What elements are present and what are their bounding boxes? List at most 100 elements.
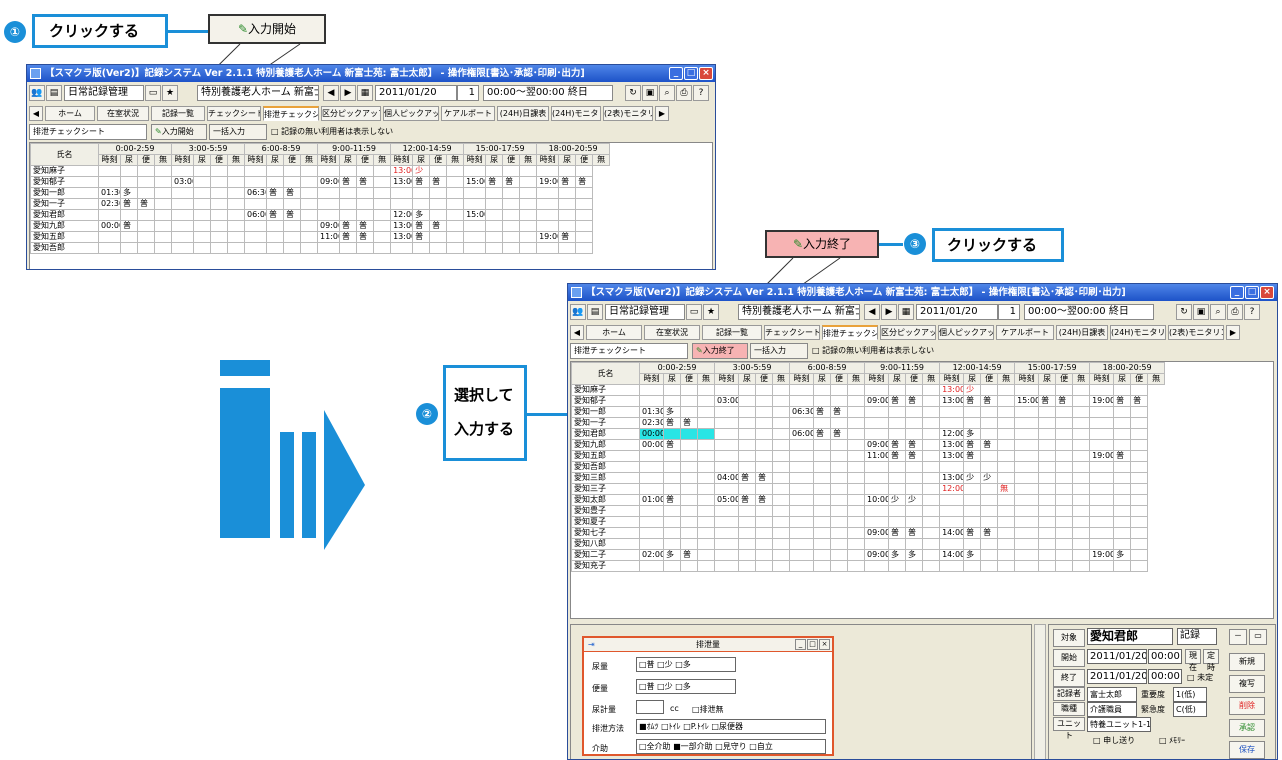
grid-cell[interactable] (789, 527, 815, 539)
grid-cell[interactable] (266, 231, 285, 243)
grid-cell[interactable] (755, 417, 774, 429)
grid-cell[interactable] (980, 406, 999, 418)
grid-cell[interactable] (922, 439, 941, 451)
grid-cell[interactable]: 少 (412, 165, 431, 177)
grid-cell[interactable] (153, 176, 173, 188)
grid-cell[interactable] (1055, 483, 1074, 495)
grid-cell[interactable]: 19:00 (1089, 450, 1115, 462)
grid-cell[interactable] (663, 450, 681, 462)
grid-cell[interactable] (680, 538, 698, 550)
maximize-icon[interactable]: □ (807, 639, 818, 650)
grid-cell[interactable] (738, 505, 757, 517)
grid-cell[interactable]: 13:00 (390, 220, 414, 232)
grid-cell[interactable] (300, 165, 319, 177)
grid-cell[interactable] (1113, 384, 1132, 396)
grid-cell[interactable] (266, 176, 285, 188)
grid-cell[interactable] (663, 428, 681, 440)
maximize-icon[interactable]: □ (1245, 286, 1259, 299)
grid-cell[interactable]: 13:00 (939, 450, 965, 462)
grid-cell[interactable] (714, 461, 740, 473)
memo-checkbox[interactable]: □ ﾒﾓﾘｰ (1159, 735, 1185, 746)
grid-cell[interactable] (1055, 505, 1074, 517)
grid-cell[interactable] (429, 187, 448, 199)
grid-cell[interactable] (696, 505, 716, 517)
grid-cell[interactable] (639, 384, 664, 396)
grid-cell[interactable]: 普 (120, 220, 138, 232)
grid-cell[interactable] (227, 209, 246, 221)
grid-cell[interactable] (738, 406, 757, 418)
grid-cell[interactable] (1072, 472, 1091, 484)
grid-cell[interactable] (429, 231, 448, 243)
minimize-icon[interactable]: _ (1230, 286, 1244, 299)
grid-cell[interactable] (1089, 538, 1115, 550)
hide-empty-checkbox[interactable]: □ 記録の無い利用者は表示しない (812, 345, 934, 356)
tab-3[interactable]: 記録一覧 (702, 325, 762, 340)
grid-cell[interactable] (1038, 450, 1057, 462)
grid-cell[interactable] (390, 187, 414, 199)
tab-8[interactable]: ケアルポート (441, 106, 495, 121)
grid-cell[interactable] (1089, 472, 1115, 484)
grid-cell[interactable] (153, 165, 173, 177)
grid-cell[interactable] (980, 384, 999, 396)
grid-cell[interactable]: 普 (429, 176, 448, 188)
grid-cell[interactable]: 09:00 (864, 395, 890, 407)
grid-cell[interactable] (639, 516, 664, 528)
grid-cell[interactable] (98, 242, 121, 254)
grid-cell[interactable] (1072, 483, 1091, 495)
approve-button[interactable]: 承認 (1229, 719, 1265, 737)
grid-cell[interactable] (463, 198, 487, 210)
grid-cell[interactable] (847, 450, 866, 462)
grid-cell[interactable] (1130, 538, 1149, 550)
grid-cell[interactable]: 12:00 (939, 428, 965, 440)
grid-cell[interactable] (639, 483, 664, 495)
grid-cell[interactable] (300, 209, 319, 221)
handover-checkbox[interactable]: □ 申し送り (1093, 735, 1135, 746)
grid-cell[interactable]: 13:00 (939, 472, 965, 484)
grid-cell[interactable]: 19:00 (1089, 395, 1115, 407)
grid-cell[interactable] (680, 494, 698, 506)
grid-cell[interactable] (153, 231, 173, 243)
grid-cell[interactable] (905, 538, 924, 550)
grid-cell[interactable] (210, 209, 229, 221)
grid-cell[interactable]: 無 (997, 483, 1016, 495)
grid-cell[interactable] (639, 461, 664, 473)
grid-cell[interactable]: 多 (663, 406, 681, 418)
grid-cell[interactable] (1113, 538, 1132, 550)
grid-cell[interactable] (485, 198, 504, 210)
grid-cell[interactable] (772, 428, 791, 440)
save-icon[interactable]: ▣ (1193, 304, 1209, 320)
grid-cell[interactable] (390, 198, 414, 210)
grid-cell[interactable] (1130, 516, 1149, 528)
grid-cell[interactable] (356, 165, 375, 177)
search-icon[interactable]: ⌕ (659, 85, 675, 101)
grid-cell[interactable] (502, 165, 521, 177)
grid-cell[interactable] (755, 450, 774, 462)
grid-cell[interactable] (714, 549, 740, 561)
grid-cell[interactable] (755, 439, 774, 451)
grid-cell[interactable]: 普 (1113, 450, 1132, 462)
grid-cell[interactable] (1055, 538, 1074, 550)
grid-cell[interactable] (1055, 472, 1074, 484)
grid-cell[interactable] (1113, 439, 1132, 451)
grid-cell[interactable] (772, 560, 791, 572)
grid-cell[interactable] (864, 472, 890, 484)
grid-cell[interactable] (193, 220, 212, 232)
grid-cell[interactable] (864, 483, 890, 495)
close-icon[interactable]: × (699, 67, 713, 80)
grid-cell[interactable] (429, 242, 448, 254)
grid-cell[interactable] (463, 187, 487, 199)
grid-cell[interactable] (696, 428, 716, 440)
grid-cell[interactable] (922, 560, 941, 572)
grid-cell[interactable]: 多 (120, 187, 138, 199)
grid-cell[interactable] (373, 198, 392, 210)
grid-cell[interactable] (997, 472, 1016, 484)
grid-cell[interactable] (714, 516, 740, 528)
grid-cell[interactable] (193, 231, 212, 243)
grid-cell[interactable] (738, 417, 757, 429)
grid-cell[interactable] (1113, 527, 1132, 539)
grid-cell[interactable] (575, 198, 594, 210)
users-icon[interactable]: 👥 (570, 304, 586, 320)
table-row[interactable]: 愛知一子02:30普普 (571, 417, 1165, 429)
bulk-input-button[interactable]: 一括入力 (750, 343, 808, 359)
grid-cell[interactable] (558, 165, 577, 177)
